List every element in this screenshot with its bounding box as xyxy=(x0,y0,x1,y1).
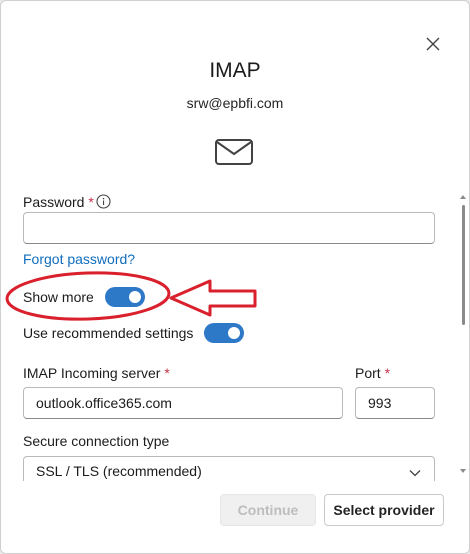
incoming-server-label: IMAP Incoming server * xyxy=(23,365,170,381)
recommended-settings-toggle[interactable] xyxy=(204,323,244,343)
required-mark: * xyxy=(384,365,391,381)
scroll-down-arrow-icon[interactable] xyxy=(459,467,467,475)
port-label-text: Port xyxy=(355,365,381,381)
secure-connection-label: Secure connection type xyxy=(23,433,170,449)
recommended-settings-label: Use recommended settings xyxy=(23,325,194,341)
password-label-text: Password xyxy=(23,194,85,210)
scrollbar-thumb[interactable] xyxy=(462,205,465,325)
port-label: Port * xyxy=(355,365,390,381)
select-provider-button[interactable]: Select provider xyxy=(324,494,444,526)
dialog-footer: Continue Select provider xyxy=(1,481,469,553)
port-input[interactable] xyxy=(355,387,435,419)
close-icon xyxy=(426,37,440,51)
toggle-knob xyxy=(129,291,141,303)
password-input[interactable] xyxy=(23,212,435,244)
account-email: srw@epbfi.com xyxy=(186,95,284,111)
scroll-up-arrow-icon[interactable] xyxy=(459,193,467,201)
imap-dialog: IMAP srw@epbfi.com Password * Forgot pas… xyxy=(0,0,470,554)
toggle-knob xyxy=(228,327,240,339)
secure-connection-value: SSL / TLS (recommended) xyxy=(36,463,202,479)
scrollbar[interactable] xyxy=(458,191,468,481)
chevron-down-icon xyxy=(409,470,421,477)
close-button[interactable] xyxy=(421,32,445,56)
show-more-toggle[interactable] xyxy=(105,287,145,307)
continue-button[interactable]: Continue xyxy=(220,494,316,526)
required-mark: * xyxy=(88,194,94,210)
mail-icon xyxy=(215,139,253,165)
forgot-password-link[interactable]: Forgot password? xyxy=(23,251,135,267)
show-more-label: Show more xyxy=(23,289,94,305)
required-mark: * xyxy=(164,365,170,381)
info-icon[interactable] xyxy=(96,194,111,209)
password-label: Password * xyxy=(23,194,94,210)
dialog-title: IMAP xyxy=(209,59,261,82)
incoming-server-label-text: IMAP Incoming server xyxy=(23,365,161,381)
incoming-server-input[interactable] xyxy=(23,387,343,419)
